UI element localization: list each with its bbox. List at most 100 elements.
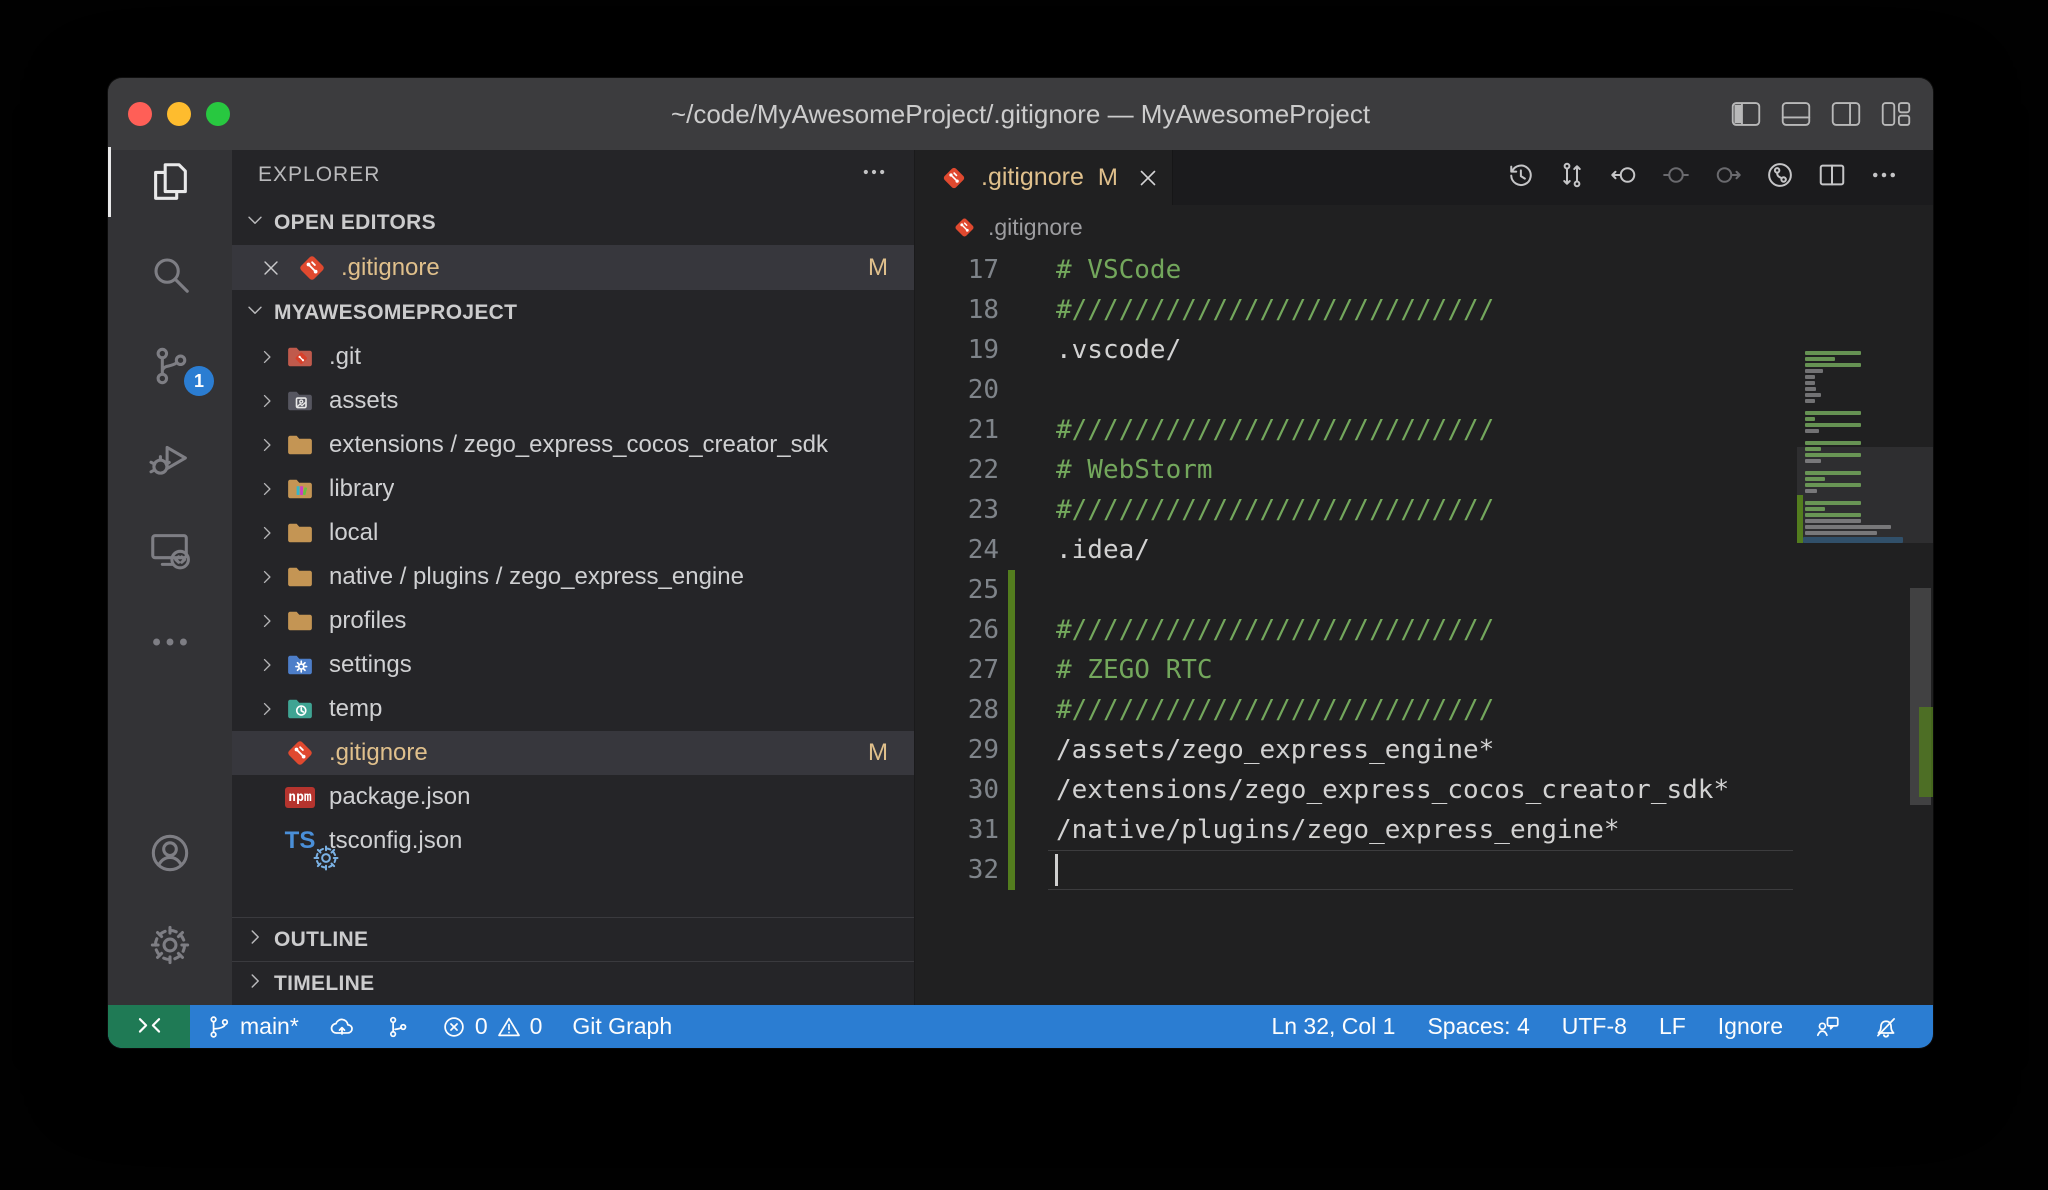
editor-scrollbar[interactable] [1908, 350, 1933, 1005]
code-line-30[interactable]: 30/extensions/zego_express_cocos_creator… [915, 770, 1933, 810]
timeline-label: TIMELINE [274, 972, 374, 996]
minimap-line [1805, 351, 1861, 355]
tab-modified-badge: M [1098, 164, 1118, 192]
tree-item[interactable]: library [232, 467, 914, 511]
activity-bar-item-remote-explorer[interactable] [108, 504, 232, 596]
ellipsis-icon [1869, 160, 1899, 190]
layout-panel-icon [1781, 101, 1811, 127]
activity-bar-item-run-debug[interactable] [108, 412, 232, 504]
minimize-window-button[interactable] [167, 102, 191, 126]
git-graph-file-button[interactable] [1765, 160, 1795, 195]
line-text: /extensions/zego_express_cocos_creator_s… [1056, 770, 1729, 810]
tree-item[interactable]: settings [232, 643, 914, 687]
eol[interactable]: LF [1659, 1013, 1686, 1040]
outline-section[interactable]: OUTLINE [232, 917, 914, 961]
previous-change-button[interactable] [1609, 160, 1639, 195]
code-line-21[interactable]: 21#/////////////////////////// [915, 410, 1933, 450]
activity-bar: 1 [108, 150, 232, 1005]
code-line-31[interactable]: 31/native/plugins/zego_express_engine* [915, 810, 1933, 850]
more-actions-button[interactable] [1869, 160, 1899, 195]
remote-indicator[interactable] [108, 1005, 190, 1048]
tree-item[interactable]: temp [232, 687, 914, 731]
chevron-right-icon [257, 655, 277, 675]
outline-label: OUTLINE [274, 928, 368, 952]
tree-item[interactable]: profiles [232, 599, 914, 643]
activity-bar-item-source-control[interactable]: 1 [108, 320, 232, 412]
code-line-18[interactable]: 18#/////////////////////////// [915, 290, 1933, 330]
split-editor-button[interactable] [1817, 160, 1847, 195]
language-mode[interactable]: Ignore [1718, 1013, 1783, 1040]
code-line-32[interactable]: 32 [915, 850, 1933, 890]
minimap-line [1805, 375, 1815, 379]
branch-indicator[interactable]: main* [206, 1013, 299, 1040]
activity-bar-item-accounts[interactable] [108, 807, 232, 899]
code-editor[interactable]: 17# VSCode18#///////////////////////////… [915, 250, 1933, 1005]
zoom-window-button[interactable] [206, 102, 230, 126]
timeline-history-button[interactable] [1505, 160, 1535, 195]
code-line-23[interactable]: 23#/////////////////////////// [915, 490, 1933, 530]
line-text: # VSCode [1056, 250, 1181, 290]
editor-actions [1505, 150, 1933, 205]
sidebar-bottom-sections: OUTLINE TIMELINE [232, 917, 914, 1005]
layout-sidebar-right-button[interactable] [1831, 101, 1861, 127]
activity-bar-item-explorer[interactable] [108, 136, 232, 228]
code-line-27[interactable]: 27# ZEGO RTC [915, 650, 1933, 690]
change-circle-button[interactable] [1661, 160, 1691, 195]
layout-customize-button[interactable] [1881, 101, 1911, 127]
line-number: 28 [915, 690, 999, 730]
activity-bar-item-more[interactable] [108, 596, 232, 688]
layout-panel-button[interactable] [1781, 101, 1811, 127]
next-change-button[interactable] [1713, 160, 1743, 195]
close-tab-button[interactable] [1136, 166, 1160, 190]
encoding[interactable]: UTF-8 [1562, 1013, 1627, 1040]
tree-item[interactable]: extensions / zego_express_cocos_creator_… [232, 423, 914, 467]
timeline-section[interactable]: TIMELINE [232, 961, 914, 1005]
code-line-24[interactable]: 24.idea/ [915, 530, 1933, 570]
git-graph-view[interactable] [385, 1014, 411, 1040]
code-line-25[interactable]: 25 [915, 570, 1933, 610]
cursor-position[interactable]: Ln 32, Col 1 [1271, 1013, 1395, 1040]
code-line-26[interactable]: 26#/////////////////////////// [915, 610, 1933, 650]
project-section[interactable]: MYAWESOMEPROJECT [232, 290, 914, 335]
open-editor-item[interactable]: .gitignoreM [232, 245, 914, 290]
activity-bar-item-settings[interactable] [108, 899, 232, 991]
tree-item[interactable]: native / plugins / zego_express_engine [232, 555, 914, 599]
close-window-button[interactable] [128, 102, 152, 126]
code-line-29[interactable]: 29/assets/zego_express_engine* [915, 730, 1933, 770]
explorer-more-actions[interactable] [860, 158, 888, 192]
feedback[interactable] [1815, 1014, 1841, 1040]
code-line-22[interactable]: 22# WebStorm [915, 450, 1933, 490]
activity-bar-item-search[interactable] [108, 228, 232, 320]
tree-item[interactable]: TStsconfig.json [232, 819, 914, 863]
notifications-muted[interactable] [1873, 1014, 1899, 1040]
code-line-20[interactable]: 20 [915, 370, 1933, 410]
open-changes-button[interactable] [1557, 160, 1587, 195]
close-editor-button[interactable] [260, 257, 290, 279]
tab-gitignore[interactable]: .gitignore M [915, 150, 1173, 205]
code-line-19[interactable]: 19.vscode/ [915, 330, 1933, 370]
minimap[interactable] [1797, 350, 1908, 1005]
tree-item[interactable]: .git [232, 335, 914, 379]
git-graph-label[interactable]: Git Graph [572, 1013, 672, 1040]
settings-folder-icon [285, 650, 315, 680]
minimap-line [1805, 525, 1891, 529]
layout-sidebar-left-button[interactable] [1731, 101, 1761, 127]
publish-changes[interactable] [329, 1014, 355, 1040]
line-number: 22 [915, 450, 999, 490]
npm-icon: npm [285, 787, 315, 808]
tree-item[interactable]: npmpackage.json [232, 775, 914, 819]
tree-item[interactable]: .gitignoreM [232, 731, 914, 775]
code-line-28[interactable]: 28#/////////////////////////// [915, 690, 1933, 730]
gear-icon [311, 843, 341, 873]
breadcrumb-label: .gitignore [988, 214, 1083, 241]
circle-icon [1661, 160, 1691, 190]
open-editors-section[interactable]: OPEN EDITORS [232, 200, 914, 245]
tree-item[interactable]: assets [232, 379, 914, 423]
breadcrumb[interactable]: .gitignore [915, 205, 1933, 250]
tree-item[interactable]: local [232, 511, 914, 555]
minimap-line [1805, 429, 1819, 433]
indentation[interactable]: Spaces: 4 [1427, 1013, 1529, 1040]
code-line-17[interactable]: 17# VSCode [915, 250, 1933, 290]
problems[interactable]: 00 [441, 1013, 543, 1040]
search-icon [147, 251, 193, 297]
